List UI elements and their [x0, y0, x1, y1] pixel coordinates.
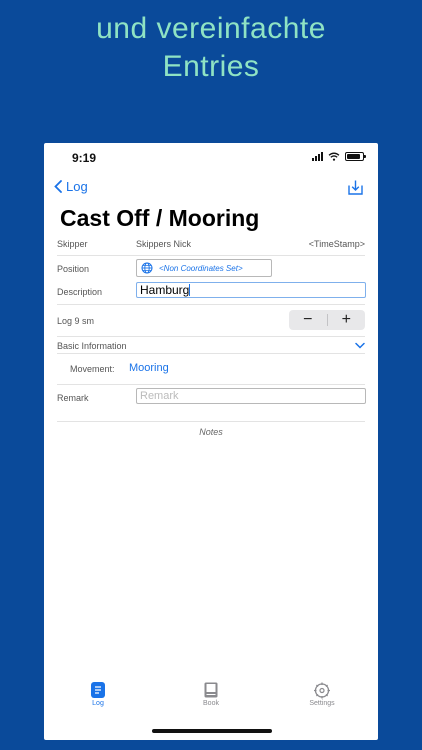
home-indicator: [152, 729, 272, 733]
tab-log-label: Log: [92, 700, 104, 707]
remark-input[interactable]: Remark: [136, 388, 366, 404]
log-icon: [91, 682, 105, 698]
tab-settings-label: Settings: [309, 700, 335, 707]
banner-line-2: Entries: [162, 50, 260, 83]
share-download-icon: [348, 180, 363, 195]
remark-label: Remark: [57, 393, 89, 403]
settings-icon: [314, 682, 330, 699]
increment-button[interactable]: +: [328, 310, 366, 330]
decrement-button[interactable]: −: [289, 310, 327, 330]
status-icons: [312, 152, 366, 161]
phone-screen: 9:19 Log Cast Off / Mooring Skipper Skip…: [44, 143, 378, 740]
remark-placeholder: Remark: [140, 390, 179, 402]
tab-log[interactable]: Log: [68, 682, 128, 707]
divider: [57, 353, 365, 354]
divider: [57, 336, 365, 337]
chevron-down-icon[interactable]: [355, 342, 365, 349]
divider: [57, 421, 365, 422]
divider: [57, 255, 365, 256]
position-value: <Non Coordinates Set>: [159, 263, 243, 273]
divider: [57, 384, 365, 385]
back-button[interactable]: Log: [54, 179, 88, 194]
timestamp-value: <TimeStamp>: [308, 239, 365, 249]
skipper-value: Skippers Nick: [136, 239, 192, 249]
description-label: Description: [57, 287, 103, 297]
promo-banner: und vereinfachte Entries: [0, 10, 422, 86]
page-title: Cast Off / Mooring: [60, 205, 260, 231]
chevron-left-icon: [54, 180, 62, 193]
log-label: Log 9 sm: [57, 316, 95, 326]
share-button[interactable]: [347, 179, 364, 201]
battery-icon: [345, 152, 366, 161]
tab-settings[interactable]: Settings: [292, 682, 352, 707]
movement-label: Movement:: [70, 364, 115, 374]
position-button[interactable]: <Non Coordinates Set>: [136, 259, 272, 277]
banner-line-1: und vereinfachte: [96, 12, 326, 45]
status-time: 9:19: [72, 151, 97, 165]
tab-book[interactable]: Book: [181, 682, 241, 707]
tab-bar: Log Book Settings: [44, 682, 378, 722]
basic-info-label: Basic Information: [57, 341, 127, 351]
globe-icon: [141, 262, 153, 274]
status-bar: 9:19: [44, 143, 378, 173]
movement-value[interactable]: Mooring: [129, 362, 169, 374]
wifi-icon: [328, 152, 340, 161]
description-input[interactable]: Hamburg: [136, 282, 366, 298]
notes-label: Notes: [199, 427, 223, 437]
tab-book-label: Book: [203, 700, 219, 707]
back-label: Log: [66, 179, 88, 194]
signal-icon: [312, 152, 323, 161]
book-icon: [204, 682, 218, 698]
navigation-bar: Log: [54, 179, 364, 201]
skipper-label: Skipper: [57, 239, 88, 249]
log-stepper[interactable]: − +: [289, 310, 365, 330]
divider: [57, 304, 365, 305]
description-value: Hamburg: [140, 283, 190, 297]
position-label: Position: [57, 264, 90, 274]
